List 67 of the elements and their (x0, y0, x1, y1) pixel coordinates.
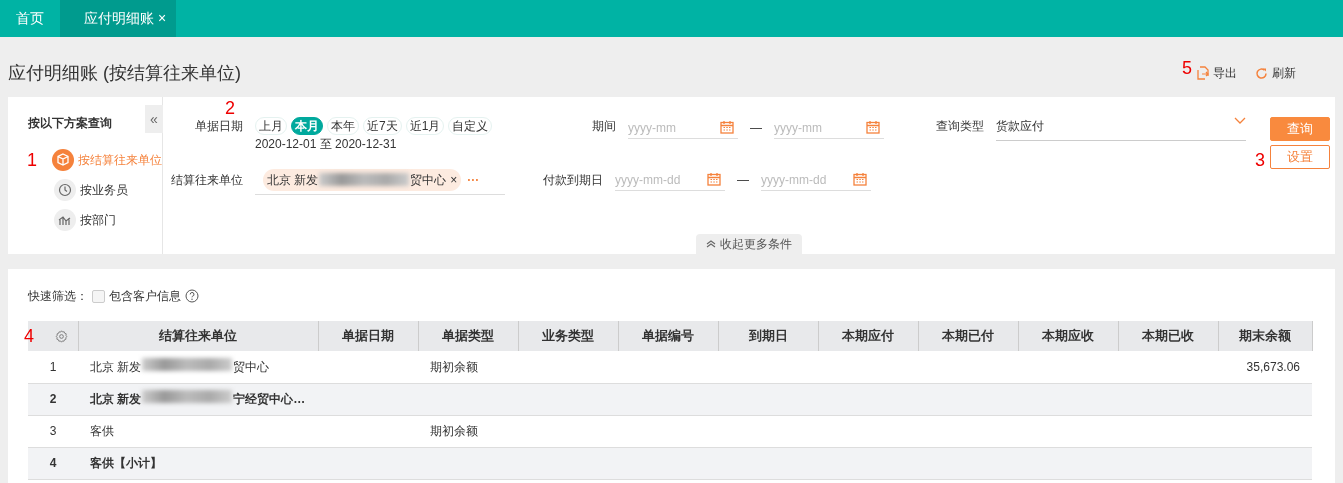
table-cell: 期初余额 (430, 359, 478, 374)
column-header[interactable]: 本期应收 (1018, 321, 1118, 351)
field-label: 单据日期 (195, 119, 243, 133)
section-heading: 按以下方案查询 (28, 115, 112, 132)
column-header[interactable]: 本期已收 (1118, 321, 1218, 351)
export-icon (1197, 66, 1209, 80)
date-chip[interactable]: 近1月 (405, 117, 445, 135)
column-header[interactable]: 单据类型 (418, 321, 518, 351)
field-label: 结算往来单位 (171, 173, 243, 187)
date-range: 2020-12-01 至 2020-12-31 (255, 136, 398, 153)
scheme-item[interactable]: 按部门 (54, 208, 116, 232)
annotation-number: 2 (225, 99, 235, 117)
annotation-number: 1 (27, 151, 37, 169)
table-cell: 北京 新发 贸中心 (90, 359, 270, 374)
column-header[interactable]: 期末余额 (1218, 321, 1312, 351)
calendar-icon (866, 120, 880, 134)
table-cell: 北京 新发 宁经贸中心… (90, 392, 306, 406)
calendar-icon (853, 172, 867, 186)
collapse-button[interactable]: « (145, 105, 163, 133)
table-cell: 客供 (90, 424, 114, 438)
column-header[interactable]: 单据日期 (318, 321, 418, 351)
field-label: 期间 (592, 119, 616, 133)
filter-label: 快速筛选： (28, 288, 88, 305)
field-label: 付款到期日 (543, 173, 603, 187)
remove-icon[interactable]: × (450, 170, 458, 189)
chevron-down-icon (1234, 117, 1246, 125)
column-header[interactable]: 到期日 (718, 321, 818, 351)
page-title: 应付明细账 (按结算往来单位) (7, 61, 242, 85)
table-cell: 期初余额 (430, 424, 478, 438)
calendar-icon (720, 120, 734, 134)
date-chip[interactable]: 近7天 (363, 117, 402, 135)
column-header[interactable]: 单据编号 (618, 321, 718, 351)
table-cell: 客供【小计】 (90, 456, 162, 470)
clock-icon (58, 183, 72, 197)
row-number: 2 (49, 392, 57, 406)
table-cell: 35,673.06 (1246, 359, 1300, 374)
selected-tag: 北京 新发 贸中心 × (263, 168, 462, 191)
row-number: 1 (49, 359, 57, 374)
scheme-item[interactable]: 按业务员 (54, 178, 128, 202)
annotation-number: 5 (1182, 59, 1192, 77)
tag-field[interactable]: 北京 新发 贸中心 × ··· (255, 165, 505, 195)
annotation-number: 4 (24, 327, 34, 345)
select-field[interactable]: 货款应付 (996, 117, 1246, 141)
dash: — (736, 172, 750, 189)
checkbox[interactable] (92, 289, 105, 303)
dash: — (749, 120, 763, 137)
column-header[interactable]: 结算往来单位 (78, 321, 318, 351)
chevron-up-icon (706, 240, 716, 248)
refresh-icon (1255, 66, 1268, 80)
calendar-icon (707, 172, 721, 186)
column-header[interactable]: 本期已付 (918, 321, 1018, 351)
refresh-button[interactable]: 刷新 (1254, 63, 1297, 83)
date-chip[interactable]: 自定义 (448, 117, 493, 135)
checkbox-label: 包含客户信息 (109, 288, 181, 305)
settings-icon (54, 329, 68, 343)
collapse-toggle[interactable]: 收起更多条件 (696, 234, 802, 254)
field-label: 查询类型 (936, 119, 984, 133)
export-button[interactable]: 导出 (1196, 63, 1238, 83)
date-chip[interactable]: 本年 (327, 117, 359, 135)
column-header[interactable]: 业务类型 (518, 321, 618, 351)
row-number: 4 (49, 456, 57, 470)
cube-icon (56, 153, 70, 167)
help-icon (185, 289, 199, 303)
row-number: 3 (49, 424, 57, 438)
column-header[interactable]: 本期应付 (818, 321, 918, 351)
date-chip[interactable]: 上月 (255, 117, 287, 135)
annotation-number: 3 (1255, 151, 1265, 169)
